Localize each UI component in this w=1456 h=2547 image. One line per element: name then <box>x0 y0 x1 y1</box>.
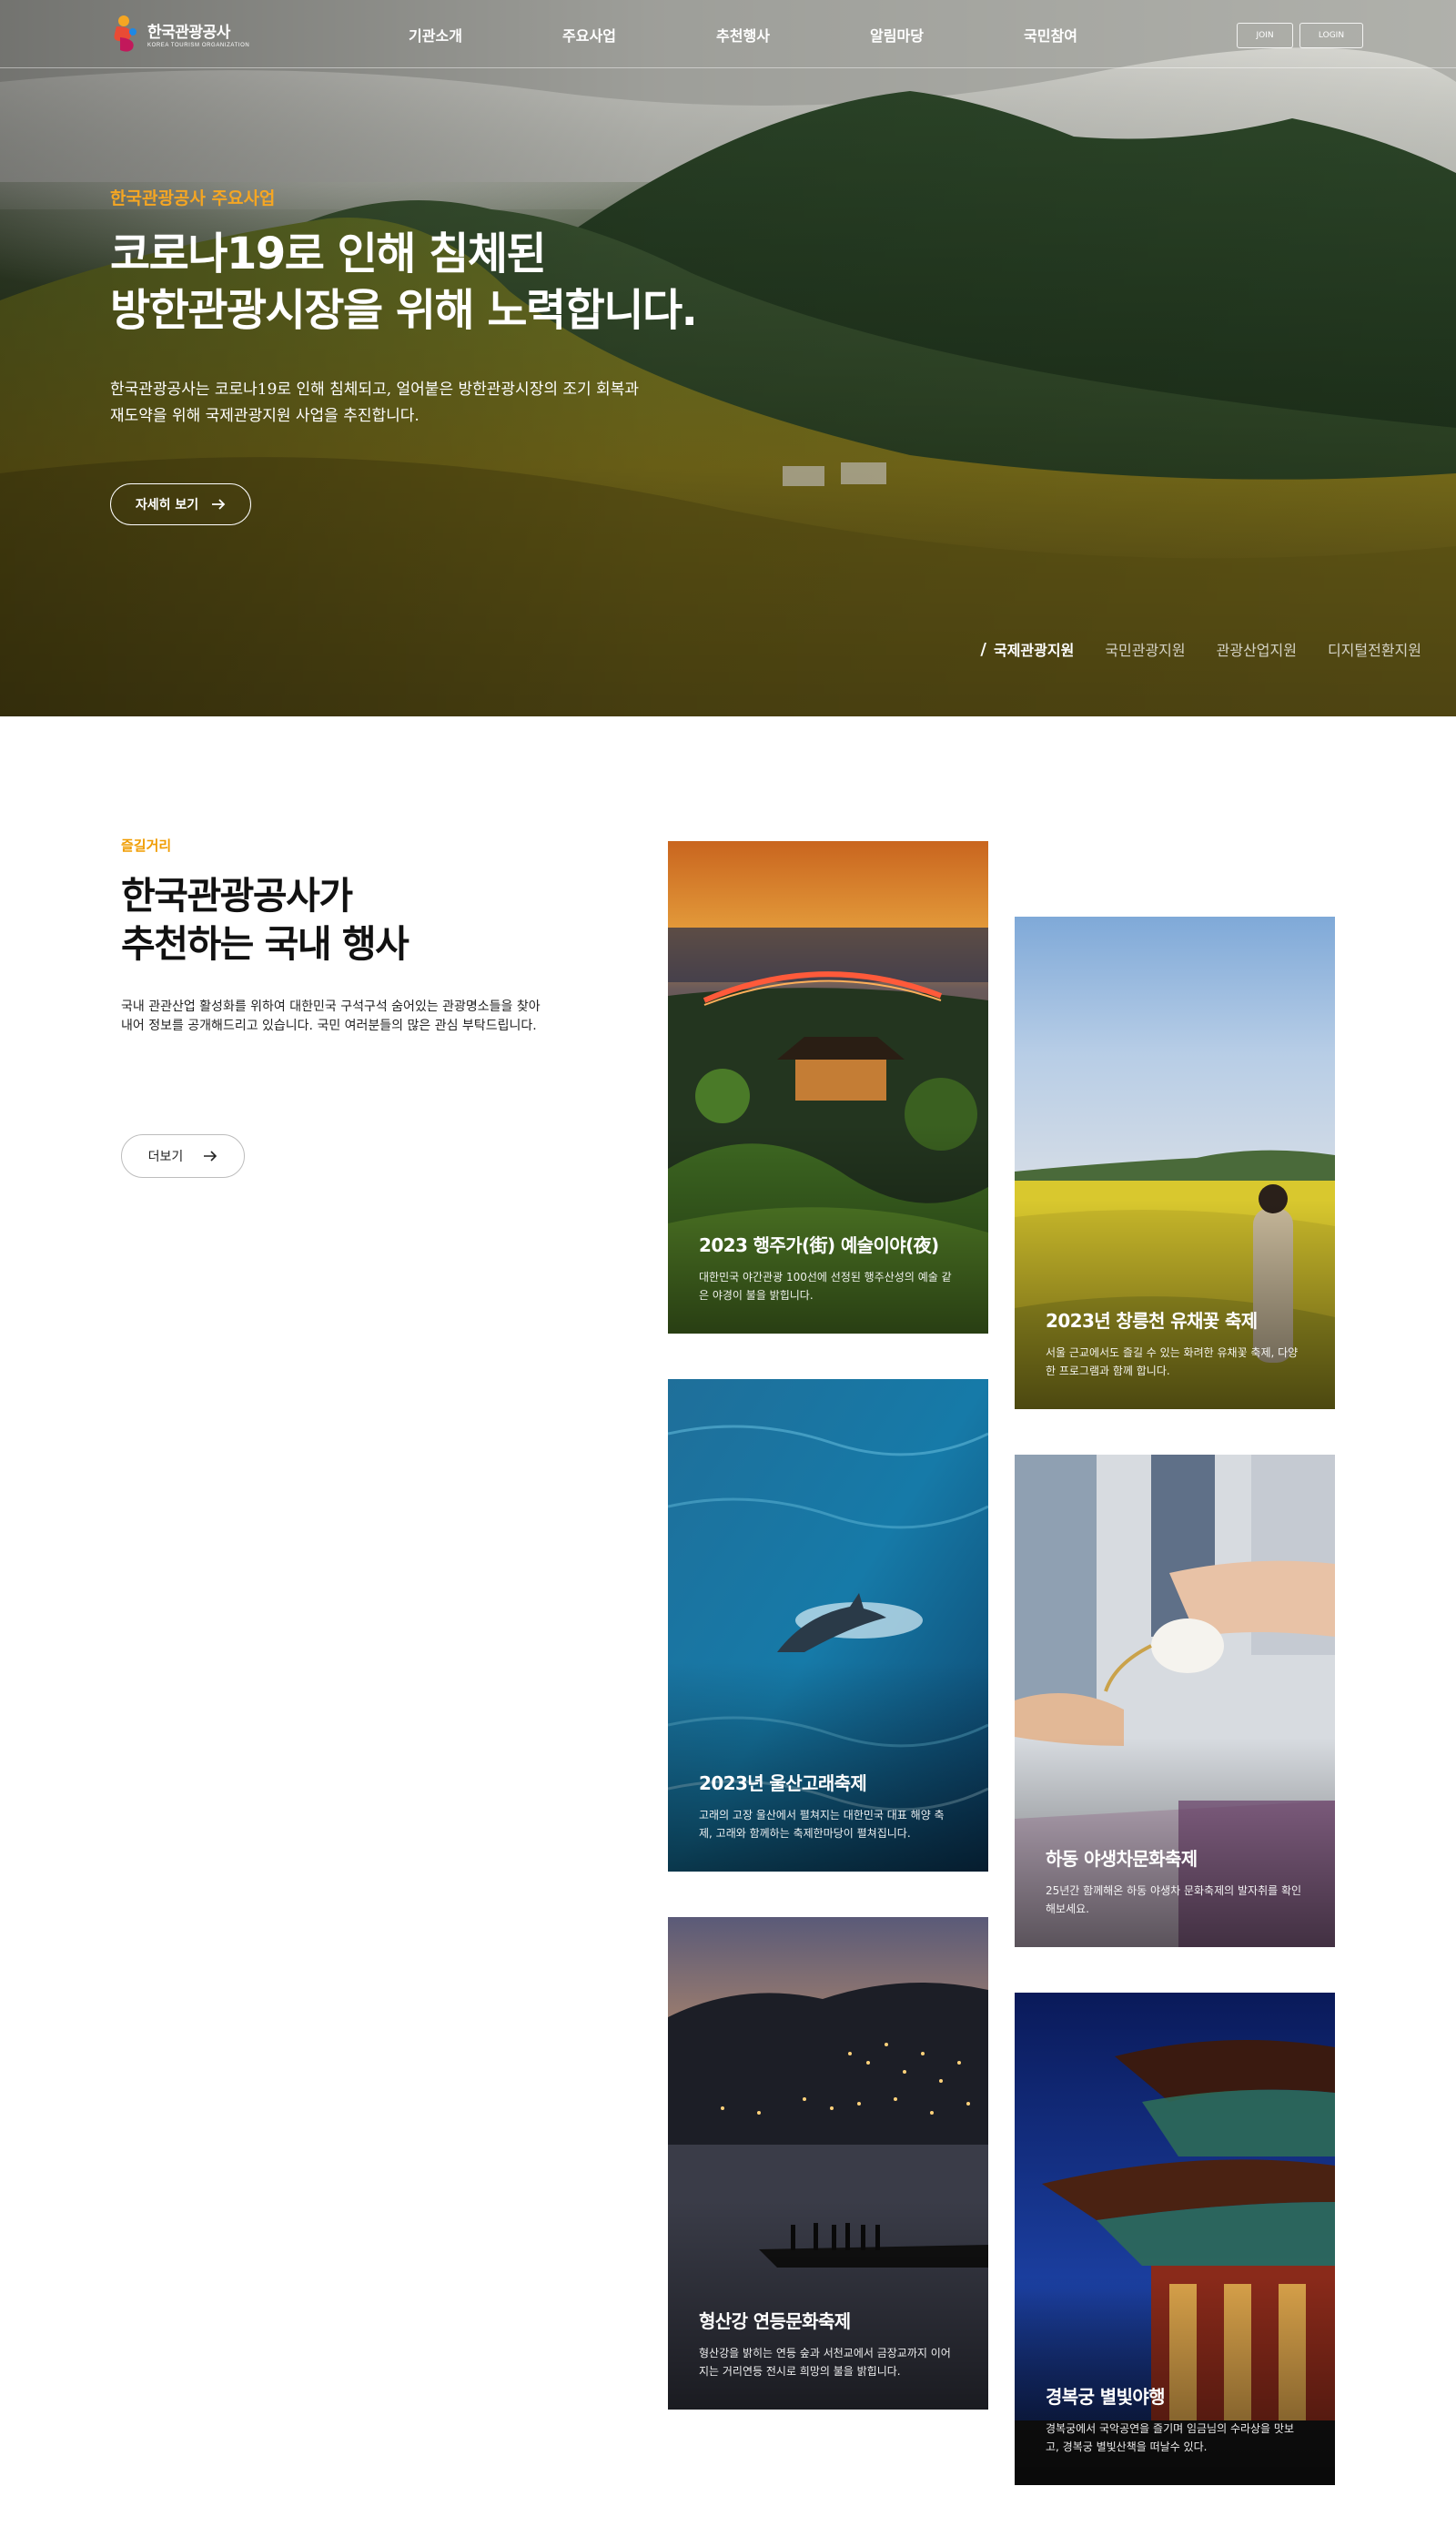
festival-card[interactable]: 2023 행주가(街) 예술이야(夜) 대한민국 야간관광 100선에 선정된 … <box>668 841 988 1334</box>
festival-intro: 즐길거리 한국관광공사가 추천하는 국내 행사 국내 관관산업 활성화를 위하여… <box>121 836 558 1036</box>
card-description: 형산강을 밝히는 연등 숲과 서천교에서 금장교까지 이어지는 거리연등 전시로… <box>699 2347 951 2378</box>
nav-item-about[interactable]: 기관소개 <box>359 0 512 68</box>
logo[interactable]: 한국관광공사 KOREA TOURISM ORGANIZATION <box>111 13 257 55</box>
festival-card[interactable]: 2023년 울산고래축제 고래의 고장 울산에서 펼쳐지는 대한민국 대표 해양… <box>668 1379 988 1872</box>
card-description: 서울 근교에서도 즐길 수 있는 화려한 유채꽃 축제, 다양한 프로그램과 함… <box>1046 1346 1299 1377</box>
hero-desc-line1: 한국관광공사는 코로나19로 인해 침체되고, 얼어붙은 방한관광시장의 조기 … <box>110 381 639 399</box>
tab-international-tourism[interactable]: / 국제관광지원 <box>980 638 1074 660</box>
festival-title: 한국관광공사가 추천하는 국내 행사 <box>121 872 558 969</box>
hero-tab-list: / 국제관광지원 국민관광지원 관광산업지원 디지털전환지원 <box>949 638 1421 660</box>
nav-item-notice[interactable]: 알림마당 <box>820 0 974 68</box>
slash-icon: / <box>980 639 986 659</box>
main-nav: 기관소개 주요사업 추천행사 알림마당 국민참여 <box>359 0 1127 68</box>
hero-title: 코로나19로 인해 침체된 방한관광시장을 위해 노력합니다. <box>110 226 838 339</box>
hero-description: 한국관광공사는 코로나19로 인해 침체되고, 얼어붙은 방한관광시장의 조기 … <box>110 377 838 430</box>
festival-title-line1: 한국관광공사가 <box>121 874 353 918</box>
festival-card[interactable]: 하동 야생차문화축제 25년간 함께해온 하동 야생차 문화축제의 발자취를 확… <box>1015 1455 1335 1947</box>
arrow-right-icon <box>204 1151 217 1162</box>
card-caption: 2023년 창릉천 유채꽃 축제 서울 근교에서도 즐길 수 있는 화려한 유채… <box>1046 1306 1304 1380</box>
hero-banner: 한국관광공사 KOREA TOURISM ORGANIZATION 기관소개 주… <box>0 0 1456 716</box>
card-title: 2023년 창릉천 유채꽃 축제 <box>1046 1310 1258 1332</box>
join-button[interactable]: JOIN <box>1237 23 1293 48</box>
logo-korean-text: 한국관광공사 <box>147 24 230 41</box>
card-description: 경복궁에서 국악공연을 즐기며 임금님의 수라상을 맛보고, 경복궁 별빛산책을… <box>1046 2422 1294 2453</box>
hero-title-line1: 코로나19로 인해 침체된 <box>110 228 547 279</box>
card-title: 경복궁 별빛야행 <box>1046 2386 1166 2408</box>
card-caption: 하동 야생차문화축제 25년간 함께해온 하동 야생차 문화축제의 발자취를 확… <box>1046 1844 1304 1918</box>
logo-english-text: KOREA TOURISM ORGANIZATION <box>147 43 250 48</box>
hero-eyebrow: 한국관광공사 주요사업 <box>110 188 276 208</box>
tab-national-tourism[interactable]: 국민관광지원 <box>1105 638 1185 660</box>
hero-detail-button-label: 자세히 보기 <box>135 498 199 512</box>
card-caption: 형산강 연등문화축제 형산강을 밝히는 연등 숲과 서천교에서 금장교까지 이어… <box>699 2307 957 2380</box>
tab-label: 국제관광지원 <box>993 642 1075 659</box>
card-caption: 2023 행주가(街) 예술이야(夜) 대한민국 야간관광 100선에 선정된 … <box>699 1231 957 1304</box>
festival-description: 국내 관관산업 활성화를 위하여 대한민국 구석구석 숨어있는 관광명소들을 찾… <box>121 1000 541 1033</box>
top-navigation: 한국관광공사 KOREA TOURISM ORGANIZATION 기관소개 주… <box>0 0 1456 68</box>
nav-item-participation[interactable]: 국민참여 <box>974 0 1127 68</box>
hero-text-block: 한국관광공사 주요사업 코로나19로 인해 침체된 방한관광시장을 위해 노력합… <box>110 185 838 430</box>
tab-tourism-industry[interactable]: 관광산업지원 <box>1217 638 1297 660</box>
arrow-right-icon <box>212 499 226 510</box>
tab-digital-transition[interactable]: 디지털전환지원 <box>1328 638 1421 660</box>
card-description: 대한민국 야간관광 100선에 선정된 행주산성의 예술 같은 야경이 불을 밝… <box>699 1271 952 1302</box>
card-title: 형산강 연등문화축제 <box>699 2310 851 2332</box>
card-title: 2023년 울산고래축제 <box>699 1772 867 1794</box>
festival-card[interactable]: 2023년 창릉천 유채꽃 축제 서울 근교에서도 즐길 수 있는 화려한 유채… <box>1015 917 1335 1409</box>
card-title: 하동 야생차문화축제 <box>1046 1848 1198 1870</box>
card-description: 25년간 함께해온 하동 야생차 문화축제의 발자취를 확인해보세요. <box>1046 1884 1302 1915</box>
hero-desc-line2: 재도약을 위해 국제관광지원 사업을 추진합니다. <box>110 407 420 425</box>
card-caption: 경복궁 별빛야행 경복궁에서 국악공연을 즐기며 임금님의 수라상을 맛보고, … <box>1046 2382 1304 2456</box>
festival-eyebrow: 즐길거리 <box>121 837 172 854</box>
card-title: 2023 행주가(街) 예술이야(夜) <box>699 1234 939 1256</box>
login-button[interactable]: LOGIN <box>1299 23 1363 48</box>
festival-card[interactable]: 경복궁 별빛야행 경복궁에서 국악공연을 즐기며 임금님의 수라상을 맛보고, … <box>1015 1993 1335 2485</box>
nav-item-business[interactable]: 주요사업 <box>512 0 666 68</box>
festival-title-line2: 추천하는 국내 행사 <box>121 922 410 966</box>
card-caption: 2023년 울산고래축제 고래의 고장 울산에서 펼쳐지는 대한민국 대표 해양… <box>699 1769 957 1842</box>
more-button-label: 더보기 <box>147 1150 184 1164</box>
hero-title-line2: 방한관광시장을 위해 노력합니다. <box>110 285 698 336</box>
card-description: 고래의 고장 울산에서 펼쳐지는 대한민국 대표 해양 축제, 고래와 함께하는… <box>699 1809 945 1840</box>
nav-item-events[interactable]: 추천행사 <box>666 0 820 68</box>
more-button[interactable]: 더보기 <box>121 1134 245 1178</box>
festival-card[interactable]: 형산강 연등문화축제 형산강을 밝히는 연등 숲과 서천교에서 금장교까지 이어… <box>668 1917 988 2410</box>
hero-detail-button[interactable]: 자세히 보기 <box>110 483 251 525</box>
logo-mark-icon <box>114 15 136 52</box>
utility-menu: JOIN LOGIN <box>1237 23 1363 48</box>
